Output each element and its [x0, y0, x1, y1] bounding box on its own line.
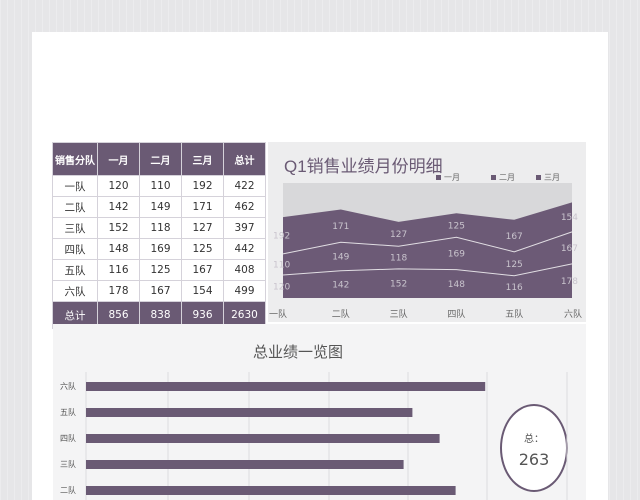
legend-item: 一月 [436, 172, 460, 183]
header-cell: 销售分队 [52, 142, 98, 176]
table-cell: 三队 [52, 217, 98, 239]
table-header-row: 销售分队 一月 二月 三月 总计 [52, 142, 266, 176]
table-cell: 六队 [52, 280, 98, 302]
legend-item: 三月 [536, 172, 560, 183]
header-cell: 总计 [223, 142, 266, 176]
table-cell: 125 [139, 259, 182, 281]
legend-label: 三月 [544, 173, 560, 182]
table-row: 一队 120 110 192 422 [52, 175, 266, 197]
table-cell: 152 [97, 217, 140, 239]
table-cell: 127 [181, 217, 224, 239]
table-cell: 120 [97, 175, 140, 197]
table-cell: 499 [223, 280, 266, 302]
header-cell: 三月 [181, 142, 224, 176]
table-row: 三队 152 118 127 397 [52, 217, 266, 239]
table-row: 四队 148 169 125 442 [52, 238, 266, 260]
sales-table: 销售分队 一月 二月 三月 总计 一队 120 110 192 422 二队 1… [52, 142, 266, 329]
header-cell: 二月 [139, 142, 182, 176]
table-cell: 167 [181, 259, 224, 281]
table-cell: 116 [97, 259, 140, 281]
table-cell: 178 [97, 280, 140, 302]
legend-item: 二月 [491, 172, 515, 183]
header-cell: 一月 [97, 142, 140, 176]
table-cell: 422 [223, 175, 266, 197]
total-summary-label: 总： [524, 434, 544, 445]
total-summary-value: 263 [518, 450, 550, 469]
monthly-chart-legend: 一月 二月 三月 [436, 172, 586, 186]
table-cell: 462 [223, 196, 266, 218]
monthly-chart-title: Q1销售业绩月份明细 [284, 157, 443, 176]
table-cell: 125 [181, 238, 224, 260]
total-chart-title: 总业绩一览图 [253, 344, 344, 361]
table-cell: 154 [181, 280, 224, 302]
table-cell: 167 [139, 280, 182, 302]
table-row: 六队 178 167 154 499 [52, 280, 266, 302]
table-row: 二队 142 149 171 462 [52, 196, 266, 218]
total-summary-circle: 总： 263 [500, 404, 568, 492]
table-cell: 408 [223, 259, 266, 281]
table-cell: 118 [139, 217, 182, 239]
table-cell: 148 [97, 238, 140, 260]
legend-swatch [491, 175, 496, 180]
table-cell: 一队 [52, 175, 98, 197]
legend-swatch [436, 175, 441, 180]
table-cell: 五队 [52, 259, 98, 281]
legend-swatch [536, 175, 541, 180]
table-cell: 149 [139, 196, 182, 218]
table-cell: 442 [223, 238, 266, 260]
table-cell: 110 [139, 175, 182, 197]
table-cell: 192 [181, 175, 224, 197]
table-cell: 二队 [52, 196, 98, 218]
table-row: 五队 116 125 167 408 [52, 259, 266, 281]
table-cell: 169 [139, 238, 182, 260]
legend-label: 二月 [499, 173, 515, 182]
table-cell: 四队 [52, 238, 98, 260]
table-cell: 142 [97, 196, 140, 218]
legend-label: 一月 [444, 173, 460, 182]
table-cell: 397 [223, 217, 266, 239]
table-cell: 171 [181, 196, 224, 218]
